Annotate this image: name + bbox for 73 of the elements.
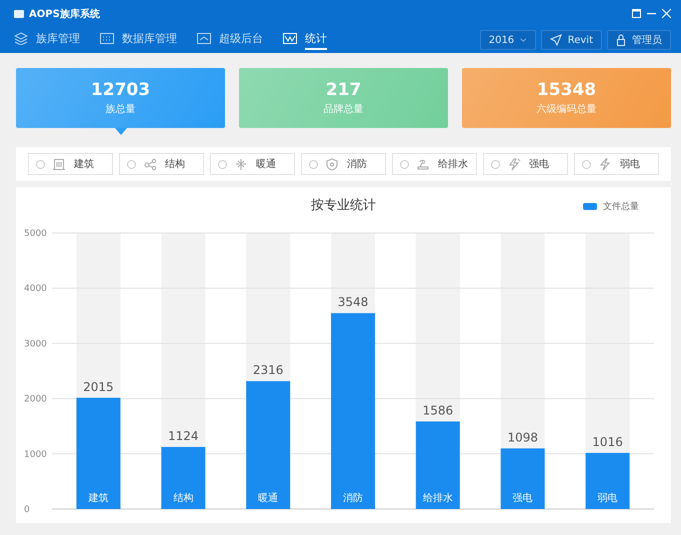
bar — [586, 452, 630, 509]
user-button[interactable]: 管理员 — [607, 30, 671, 50]
shield-icon — [326, 158, 339, 170]
radio-button[interactable] — [36, 160, 45, 168]
lightning-icon — [599, 158, 612, 170]
selection-pointer — [114, 128, 126, 135]
revit-button[interactable]: Revit — [540, 30, 602, 50]
filter-option[interactable]: 弱电 — [574, 153, 659, 175]
category-label: 建筑 — [88, 493, 108, 504]
nodes-icon — [144, 158, 157, 170]
maximize-icon[interactable] — [632, 9, 641, 18]
filter-option[interactable]: 暖通 — [210, 153, 295, 175]
building-icon — [53, 158, 66, 170]
bar-value-label: 1098 — [507, 430, 538, 444]
axis-tick-label: 2000 — [24, 394, 47, 405]
radio-button[interactable] — [218, 160, 227, 168]
bar-value-label: 2316 — [252, 363, 284, 378]
category-label: 弱电 — [598, 493, 618, 504]
stat-label: 族总量 — [106, 102, 136, 116]
bar-value-label: 1124 — [168, 428, 199, 443]
faucet-icon — [417, 158, 430, 170]
send-icon — [550, 34, 562, 46]
grid-icon — [100, 32, 114, 44]
filter-option[interactable]: 强电 — [483, 153, 568, 175]
filter-option[interactable]: 给排水 — [392, 153, 477, 175]
legend-label: 文件总量 — [603, 200, 639, 213]
category-label: 强电 — [512, 493, 533, 504]
filter-option[interactable]: 结构 — [119, 153, 204, 175]
bar-value-label: 2015 — [83, 380, 114, 394]
nav-tab[interactable]: 数据库管理 — [100, 28, 177, 52]
nav-tab[interactable]: 族库管理 — [14, 28, 80, 52]
stat-value: 217 — [326, 80, 362, 100]
lock-icon — [616, 34, 626, 46]
category-label: 给排水 — [422, 493, 453, 504]
nav-tab[interactable]: 统计 — [283, 28, 327, 52]
layers-icon — [14, 32, 28, 44]
category-label: 暖通 — [258, 493, 278, 504]
stat-card[interactable]: 12703 族总量 — [16, 68, 225, 128]
chart-title: 按专业统计 — [311, 197, 376, 214]
axis-tick-label: 5000 — [24, 229, 47, 239]
caret-icon — [520, 37, 527, 43]
bar-value-label: 1016 — [592, 434, 623, 449]
stat-label: 品牌总量 — [324, 102, 364, 116]
monitor-icon — [197, 32, 211, 44]
stat-value: 12703 — [90, 80, 150, 100]
window-title: AOPS族库系统 — [29, 7, 100, 20]
axis-tick-label: 3000 — [24, 339, 47, 350]
category-label: 结构 — [173, 493, 194, 504]
axis-tick-label: 1000 — [24, 450, 47, 460]
fan-icon — [235, 158, 248, 170]
radio-button[interactable] — [309, 160, 318, 168]
filter-option[interactable]: 建筑 — [28, 153, 113, 175]
bar-value-label: 3548 — [338, 295, 368, 310]
bar — [161, 446, 206, 509]
filter-option[interactable]: 消防 — [301, 153, 386, 175]
radio-button[interactable] — [491, 160, 500, 168]
bar — [500, 448, 545, 509]
axis-tick-label: 0 — [24, 505, 30, 515]
lightning-icon — [508, 158, 521, 170]
year-select[interactable]: 2016 — [480, 30, 536, 50]
category-label: 消防 — [343, 493, 363, 504]
radio-button[interactable] — [400, 160, 409, 168]
radio-button[interactable] — [582, 160, 591, 168]
bar-value-label: 1586 — [422, 403, 454, 418]
nav-tab[interactable]: 超级后台 — [197, 28, 263, 52]
close-icon[interactable] — [662, 9, 671, 18]
stat-value: 15348 — [536, 80, 596, 100]
radio-button[interactable] — [127, 160, 136, 168]
app-logo-icon — [14, 10, 24, 18]
axis-tick-label: 4000 — [24, 284, 47, 294]
stat-label: 六级编码总量 — [536, 102, 596, 116]
minimize-icon[interactable] — [647, 12, 656, 14]
chart-icon — [283, 32, 297, 44]
